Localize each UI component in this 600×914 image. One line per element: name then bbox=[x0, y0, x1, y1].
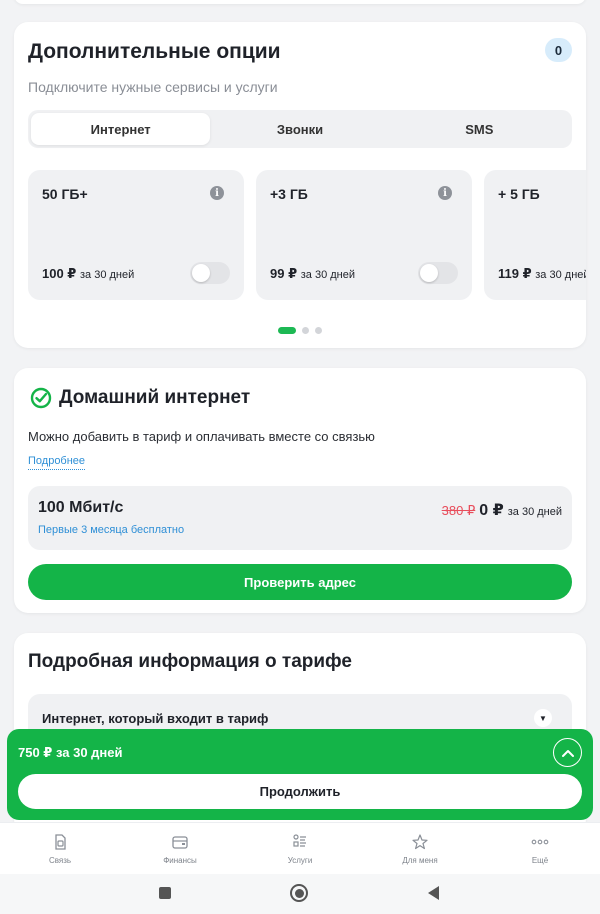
tab-sms[interactable]: SMS bbox=[390, 113, 569, 145]
home-internet-title: Домашний интернет bbox=[59, 387, 251, 408]
system-navigation-bar bbox=[0, 874, 600, 914]
pager-dot-active[interactable] bbox=[278, 327, 296, 334]
plan-new-price: 0 ₽ bbox=[479, 502, 504, 519]
option-price-value: 119 ₽ bbox=[498, 266, 532, 281]
tariff-details-title: Подробная информация о тарифе bbox=[28, 651, 353, 672]
tab-calls[interactable]: Звонки bbox=[210, 113, 389, 145]
option-toggle[interactable] bbox=[190, 262, 230, 284]
home-internet-card: Домашний интернет Можно добавить в тариф… bbox=[14, 368, 586, 613]
tab-label: Для меня bbox=[402, 856, 438, 865]
tab-label: Ещё bbox=[531, 856, 549, 865]
additional-options-card: Дополнительные опции 0 Подключите нужные… bbox=[14, 22, 586, 348]
tab-connection[interactable]: Связь bbox=[0, 823, 120, 874]
accordion-label: Интернет, который входит в тариф bbox=[42, 711, 269, 726]
carousel-pager bbox=[14, 327, 586, 334]
more-link[interactable]: Подробнее bbox=[28, 455, 86, 470]
home-internet-description: Можно добавить в тариф и оплачивать вмес… bbox=[28, 429, 375, 444]
option-price-value: 99 ₽ bbox=[270, 266, 298, 281]
tab-services[interactable]: Услуги bbox=[240, 823, 360, 874]
check-circle-icon bbox=[30, 387, 52, 409]
option-name: + 5 ГБ bbox=[498, 186, 540, 202]
info-icon[interactable]: i bbox=[438, 186, 452, 200]
star-icon bbox=[412, 834, 428, 850]
option-period: за 30 дней bbox=[79, 269, 135, 281]
option-price: 100 ₽ за 30 дней bbox=[42, 266, 134, 282]
plan-speed: 100 Мбит/с bbox=[38, 499, 124, 516]
plan-period: за 30 дней bbox=[507, 506, 562, 518]
chevron-up-icon[interactable] bbox=[553, 738, 582, 767]
recent-apps-icon[interactable] bbox=[159, 887, 171, 899]
options-title: Дополнительные опции bbox=[28, 40, 281, 63]
back-icon[interactable] bbox=[428, 886, 439, 900]
services-icon bbox=[293, 834, 306, 847]
info-icon[interactable]: i bbox=[210, 186, 224, 200]
plan-promo-note: Первые 3 месяца бесплатно bbox=[38, 524, 185, 536]
chevron-down-icon[interactable]: ▼ bbox=[534, 709, 552, 727]
internet-plan-row: 100 Мбит/с Первые 3 месяца бесплатно 380… bbox=[28, 486, 572, 550]
wallet-icon bbox=[172, 836, 188, 849]
bottom-tab-bar: Связь Финансы Услуги Для меня Ещё bbox=[0, 822, 600, 874]
more-icon bbox=[531, 839, 549, 845]
option-price: 119 ₽ за 30 дней bbox=[498, 266, 586, 282]
checkout-sheet: 750 ₽ за 30 дней Продолжить bbox=[7, 729, 593, 820]
toggle-knob bbox=[192, 264, 210, 282]
option-tile[interactable]: + 5 ГБ 119 ₽ за 30 дней bbox=[484, 170, 586, 300]
tab-for-me[interactable]: Для меня bbox=[360, 823, 480, 874]
pager-dot[interactable] bbox=[302, 327, 309, 334]
tab-internet[interactable]: Интернет bbox=[31, 113, 211, 145]
pager-dot[interactable] bbox=[315, 327, 322, 334]
options-carousel[interactable]: 50 ГБ+ i 100 ₽ за 30 дней +3 ГБ i 99 ₽ з… bbox=[28, 170, 586, 300]
check-address-button[interactable]: Проверить адрес bbox=[28, 564, 572, 600]
home-icon[interactable] bbox=[290, 884, 308, 902]
option-period: за 30 дней bbox=[535, 269, 586, 281]
plan-old-price: 380 ₽ bbox=[441, 503, 476, 518]
options-subtitle: Подключите нужные сервисы и услуги bbox=[28, 79, 278, 95]
option-period: за 30 дней bbox=[300, 269, 356, 281]
previous-card-edge bbox=[14, 0, 586, 4]
total-price: 750 ₽ за 30 дней bbox=[18, 745, 123, 760]
tab-label: Услуги bbox=[287, 856, 313, 865]
options-count-badge: 0 bbox=[545, 38, 572, 62]
plan-price: 380 ₽ 0 ₽ за 30 дней bbox=[442, 500, 562, 520]
option-name: +3 ГБ bbox=[270, 186, 308, 202]
sim-icon bbox=[55, 834, 66, 850]
continue-button[interactable]: Продолжить bbox=[18, 774, 582, 809]
tab-label: Связь bbox=[48, 856, 72, 865]
option-tile[interactable]: +3 ГБ i 99 ₽ за 30 дней bbox=[256, 170, 472, 300]
tab-label: Финансы bbox=[163, 856, 197, 865]
option-name: 50 ГБ+ bbox=[42, 186, 88, 202]
option-price: 99 ₽ за 30 дней bbox=[270, 266, 355, 282]
options-category-tabs: Интернет Звонки SMS bbox=[28, 110, 572, 148]
tab-more[interactable]: Ещё bbox=[480, 823, 600, 874]
option-toggle[interactable] bbox=[418, 262, 458, 284]
tab-finance[interactable]: Финансы bbox=[120, 823, 240, 874]
option-tile[interactable]: 50 ГБ+ i 100 ₽ за 30 дней bbox=[28, 170, 244, 300]
toggle-knob bbox=[420, 264, 438, 282]
option-price-value: 100 ₽ bbox=[42, 266, 77, 281]
